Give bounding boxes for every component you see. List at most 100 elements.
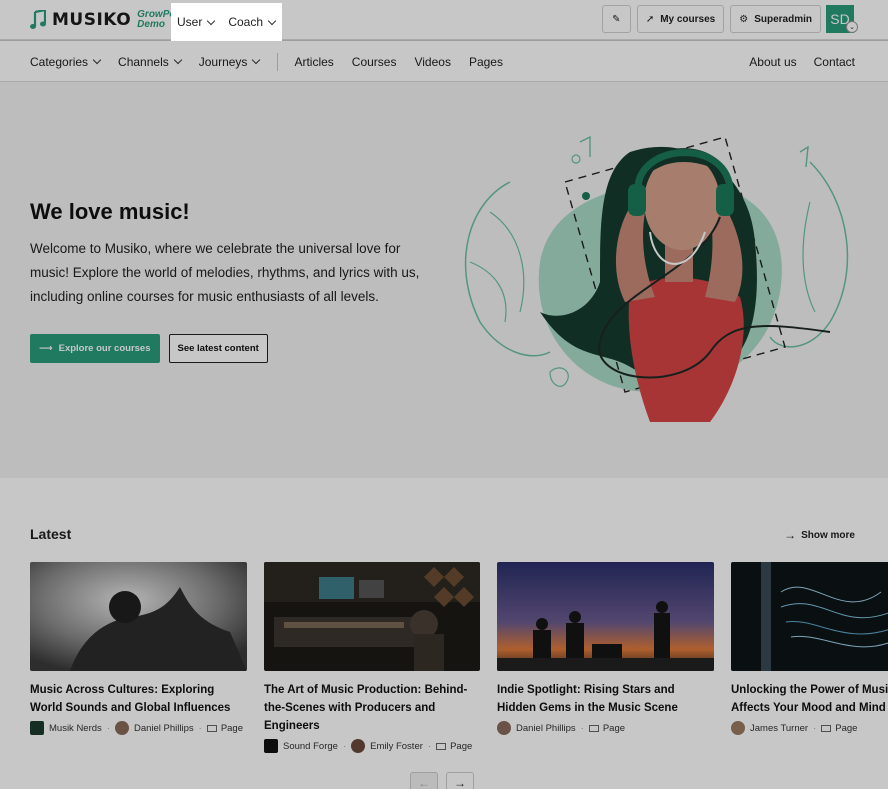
hero-title: We love music!	[30, 199, 190, 224]
card-title-text: Unlocking the Power of Music: How It Aff…	[731, 684, 888, 714]
nav-courses[interactable]: Courses	[352, 55, 397, 69]
card-channel[interactable]: Sound Forge	[283, 741, 338, 752]
hero-text: Welcome to Musiko, where we celebrate th…	[30, 241, 420, 304]
rocket-icon: ➚	[645, 13, 655, 25]
chevron-down-icon	[92, 55, 102, 65]
arrow-left-icon: ←	[418, 776, 430, 789]
menu-coach-label: Coach	[228, 15, 264, 29]
card-meta: Sound Forge · Emily Foster · Page	[264, 739, 480, 753]
chevron-down-icon	[267, 16, 277, 25]
nav-categories[interactable]: Categories	[30, 55, 102, 69]
nav-journeys[interactable]: Journeys	[198, 54, 261, 69]
card-title[interactable]: Indie Spotlight: Rising Stars and Hidden…	[497, 681, 714, 717]
menu-user[interactable]: User	[177, 15, 216, 29]
meta-separator: ·	[342, 740, 347, 752]
page-icon	[436, 742, 447, 750]
nav-channels[interactable]: Channels	[118, 54, 182, 69]
latest-section: Latest → Show more Music Across Cultures…	[0, 478, 888, 789]
nav-contact[interactable]: Contact	[814, 55, 855, 69]
see-latest-button[interactable]: See latest content	[168, 334, 268, 363]
card-meta: James Turner · Page	[731, 721, 888, 735]
channel-logo-icon	[264, 739, 278, 753]
card-type: Page	[835, 722, 858, 734]
nav-pages[interactable]: Pages	[469, 55, 503, 69]
card-channel[interactable]: Musik Nerds	[49, 723, 102, 734]
top-actions: ✎ ➚ My courses ⚙ Superadmin	[601, 5, 821, 33]
content-card[interactable]: Indie Spotlight: Rising Stars and Hidden…	[497, 562, 714, 735]
hero-buttons: ⟶ Explore our courses See latest content	[30, 334, 268, 363]
card-title[interactable]: The Art of Music Production: Behind-the-…	[264, 681, 480, 735]
avatar-chevron-icon[interactable]: ⌄	[846, 21, 858, 33]
card-author[interactable]: Daniel Phillips	[134, 723, 194, 734]
explore-courses-label: Explore our courses	[58, 343, 151, 354]
avatar	[114, 721, 129, 735]
logo[interactable]: MUSIKO GrowPoint Demo	[30, 8, 188, 32]
arrow-right-icon: ⟶	[39, 343, 53, 354]
avatar	[497, 721, 511, 735]
main-nav: Categories Channels Journeys Articles Co…	[0, 41, 888, 82]
card-author[interactable]: Emily Foster	[370, 741, 423, 752]
card-meta: Daniel Phillips · Page	[497, 721, 714, 735]
channel-logo-icon	[30, 721, 44, 735]
chevron-down-icon	[207, 16, 216, 25]
card-author[interactable]: James Turner	[750, 723, 808, 734]
meta-separator: ·	[427, 740, 432, 752]
carousel-prev-button[interactable]: ←	[410, 772, 438, 789]
card-author[interactable]: Daniel Phillips	[516, 723, 576, 734]
page-icon	[821, 724, 832, 732]
page: MUSIKO GrowPoint Demo ✎ ➚ My courses ⚙ S…	[0, 0, 888, 789]
page-icon	[588, 724, 599, 732]
nav-divider	[277, 52, 279, 71]
meta-separator: ·	[106, 722, 110, 734]
avatar	[351, 739, 366, 753]
carousel-pager: ← →	[410, 772, 474, 789]
card-type: Page	[450, 740, 473, 752]
nav-channels-label: Channels	[118, 54, 169, 69]
content-card[interactable]: The Art of Music Production: Behind-the-…	[264, 562, 480, 753]
card-meta: Musik Nerds · Daniel Phillips · Page	[30, 721, 247, 735]
show-more-label: Show more	[801, 529, 855, 541]
card-title[interactable]: Music Across Cultures: Exploring World S…	[30, 681, 247, 717]
my-courses-button[interactable]: ➚ My courses	[636, 5, 725, 33]
explore-courses-button[interactable]: ⟶ Explore our courses	[30, 334, 160, 363]
main-nav-right: About us Contact	[749, 41, 855, 82]
content-card[interactable]: Music Across Cultures: Exploring World S…	[30, 562, 247, 735]
meta-separator: ·	[580, 722, 584, 734]
card-image-studio[interactable]	[264, 562, 480, 671]
show-more-link[interactable]: → Show more	[784, 528, 855, 542]
nav-about[interactable]: About us	[749, 55, 796, 69]
chevron-down-icon	[173, 55, 182, 65]
pencil-icon: ✎	[612, 13, 621, 25]
card-image-neural-waves[interactable]	[731, 562, 888, 671]
role-switcher: User Coach	[171, 3, 282, 41]
page-icon	[206, 724, 217, 732]
hero-section: We love music! Welcome to Musiko, where …	[0, 82, 888, 478]
meta-separator: ·	[198, 722, 202, 734]
menu-user-label: User	[177, 15, 203, 29]
edit-button[interactable]: ✎	[601, 5, 631, 33]
main-nav-left: Categories Channels Journeys Articles Co…	[30, 41, 521, 82]
arrow-right-icon: →	[784, 528, 797, 542]
latest-title: Latest	[30, 526, 72, 542]
nav-videos[interactable]: Videos	[414, 55, 450, 69]
card-image-concert-silhouette[interactable]	[30, 562, 247, 671]
avatar	[731, 721, 745, 735]
carousel-next-button[interactable]: →	[446, 772, 474, 789]
chevron-down-icon	[252, 55, 261, 65]
card-type: Page	[602, 722, 626, 734]
music-note-icon	[30, 10, 46, 30]
gear-icon: ⚙	[739, 13, 749, 25]
my-courses-label: My courses	[660, 13, 716, 25]
brand-name: MUSIKO	[52, 10, 132, 30]
card-image-band-sunset[interactable]	[497, 562, 714, 671]
card-title[interactable]: Unlocking the Power of Music: How It Aff…	[731, 681, 888, 717]
top-bar: MUSIKO GrowPoint Demo ✎ ➚ My courses ⚙ S…	[0, 0, 888, 40]
menu-coach[interactable]: Coach	[228, 15, 277, 29]
superadmin-label: Superadmin	[754, 13, 812, 25]
meta-separator: ·	[813, 722, 817, 734]
nav-articles[interactable]: Articles	[294, 55, 333, 69]
content-card[interactable]: Unlocking the Power of Music: How It Aff…	[731, 562, 888, 735]
arrow-right-icon: →	[454, 776, 466, 789]
superadmin-button[interactable]: ⚙ Superadmin	[730, 5, 821, 33]
nav-journeys-label: Journeys	[198, 54, 248, 69]
